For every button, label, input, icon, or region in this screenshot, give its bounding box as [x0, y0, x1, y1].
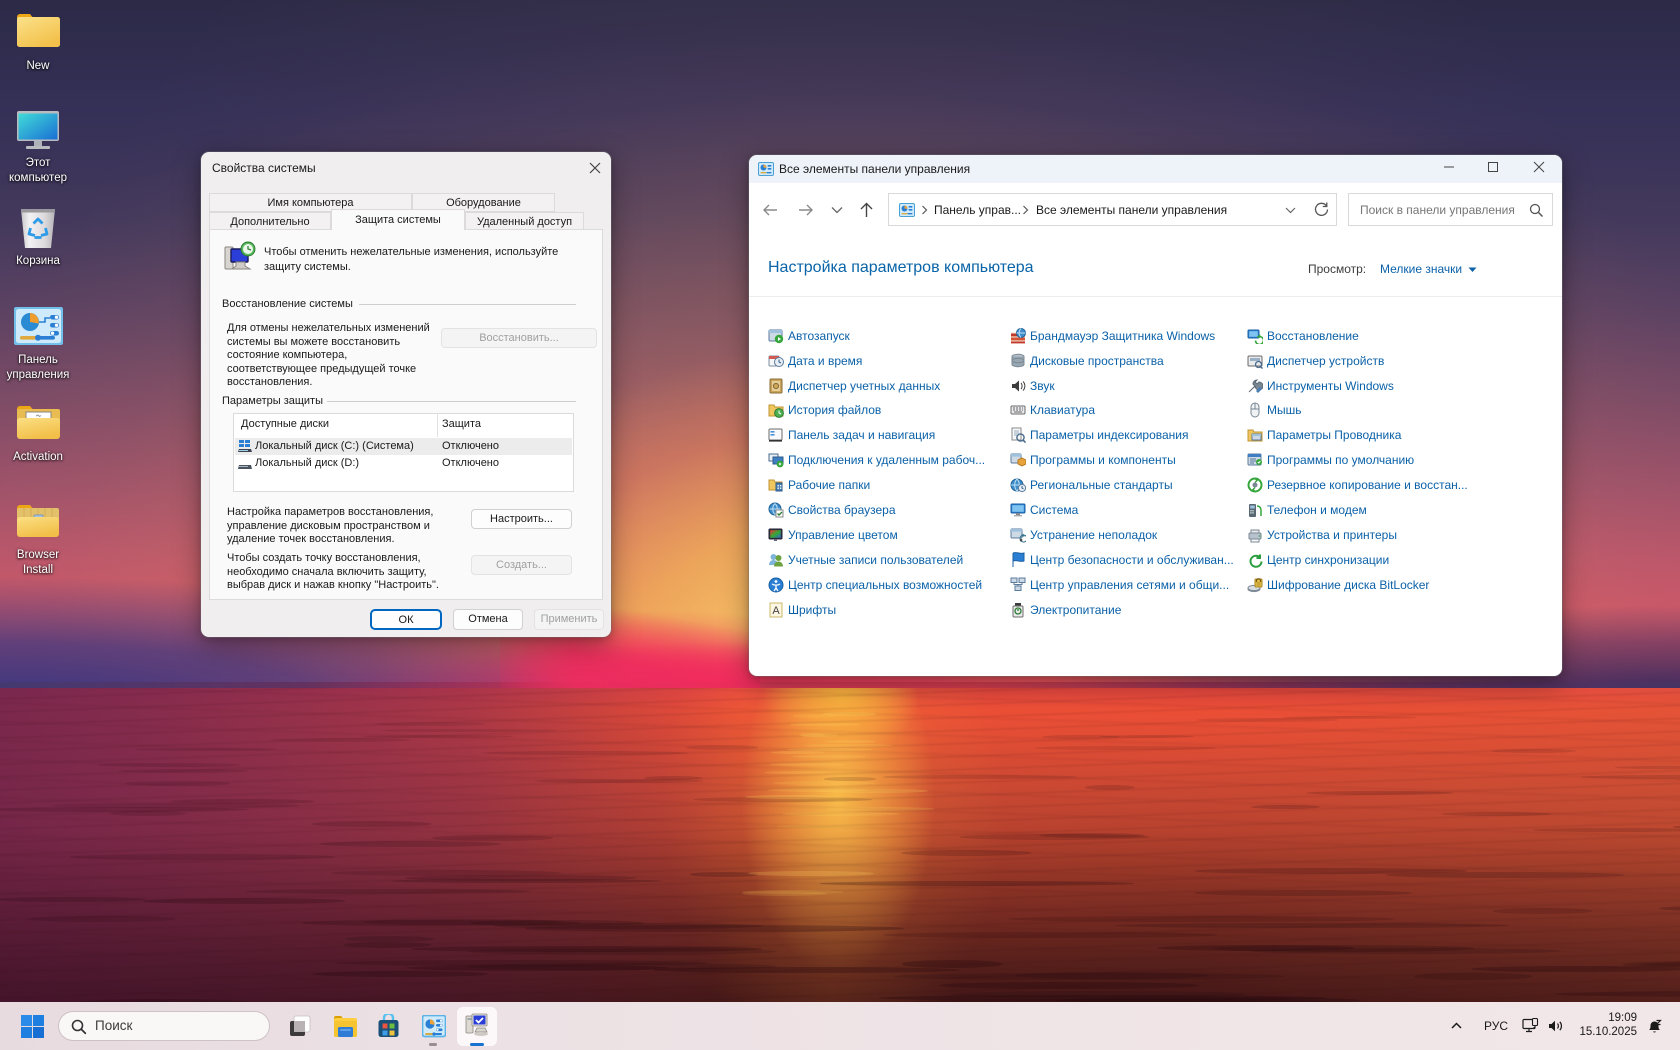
svg-text:A: A: [772, 605, 780, 617]
